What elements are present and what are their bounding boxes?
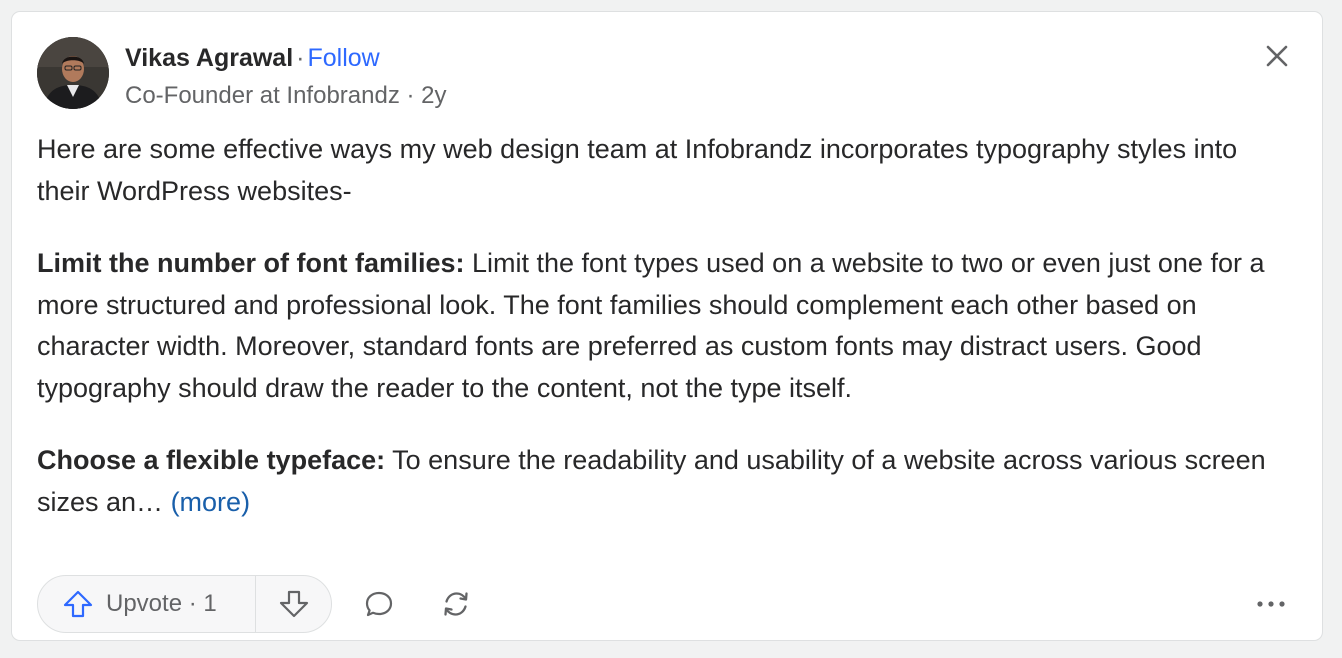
- avatar[interactable]: [37, 37, 109, 109]
- arrow-up-icon: [63, 590, 93, 618]
- comment-icon: [365, 591, 393, 617]
- author-name[interactable]: Vikas Agrawal: [125, 44, 293, 72]
- more-options-button[interactable]: [1251, 588, 1291, 620]
- share-icon: [444, 592, 468, 616]
- point-2-heading: Choose a flexible typeface:: [37, 445, 386, 475]
- vote-group: Upvote · 1: [37, 575, 332, 633]
- answer-point-2: Choose a flexible typeface: To ensure th…: [37, 440, 1287, 523]
- upvote-label: Upvote · 1: [106, 590, 217, 617]
- answer-point-1: Limit the number of font families: Limit…: [37, 243, 1287, 409]
- author-line: Vikas Agrawal · Follow: [125, 42, 380, 74]
- answer-content: Here are some effective ways my web desi…: [37, 129, 1287, 554]
- close-button[interactable]: [1262, 41, 1292, 71]
- answer-intro: Here are some effective ways my web desi…: [37, 134, 1238, 206]
- close-icon: [1266, 45, 1288, 67]
- point-1-heading: Limit the number of font families:: [37, 248, 465, 278]
- more-icon: [1257, 601, 1285, 607]
- action-bar: Upvote · 1: [37, 575, 1299, 633]
- comment-button[interactable]: [363, 588, 395, 620]
- answer-card: Vikas Agrawal · Follow Co-Founder at Infob…: [11, 11, 1323, 641]
- author-credential[interactable]: Co-Founder at Infobrandz · 2y: [125, 80, 447, 112]
- upvote-button[interactable]: Upvote · 1: [38, 576, 256, 632]
- follow-button[interactable]: Follow: [307, 44, 379, 72]
- arrow-down-icon: [279, 590, 308, 618]
- share-button[interactable]: [440, 588, 472, 620]
- author-separator: ·: [296, 44, 305, 72]
- downvote-button[interactable]: [256, 576, 331, 632]
- more-link[interactable]: (more): [171, 487, 251, 517]
